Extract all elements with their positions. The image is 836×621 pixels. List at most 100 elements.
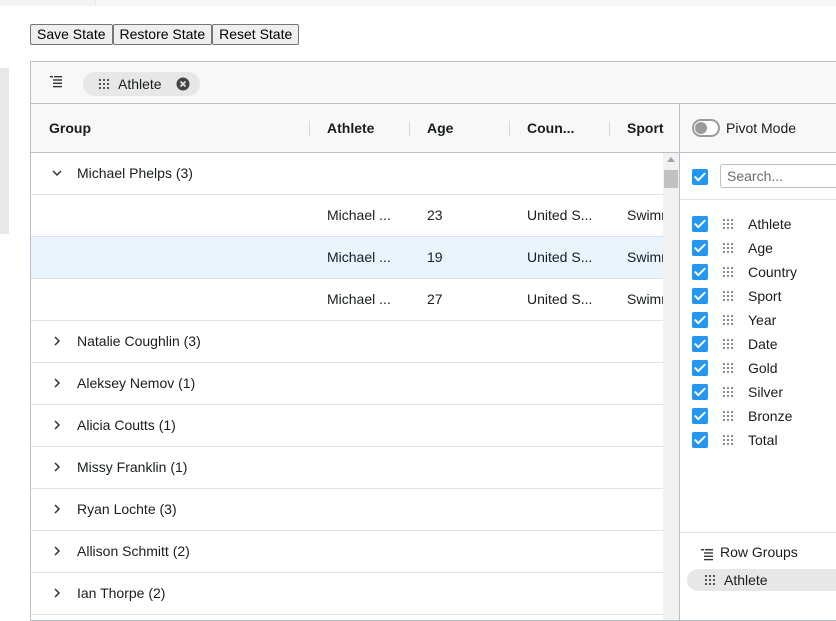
drag-handle-icon[interactable] bbox=[723, 435, 733, 445]
save-state-button[interactable]: Save State bbox=[30, 24, 113, 45]
column-item-bronze[interactable]: Bronze bbox=[680, 404, 836, 428]
column-search-input[interactable] bbox=[720, 164, 836, 188]
pivot-mode-row: Pivot Mode bbox=[680, 104, 836, 153]
column-item-age[interactable]: Age bbox=[680, 236, 836, 260]
header-separator[interactable] bbox=[609, 121, 610, 136]
pivot-mode-label: Pivot Mode bbox=[726, 120, 797, 136]
cell-country[interactable]: United S... bbox=[527, 195, 607, 236]
select-all-checkbox[interactable] bbox=[692, 169, 708, 185]
column-item-year[interactable]: Year bbox=[680, 308, 836, 332]
header-group[interactable]: Group bbox=[49, 104, 289, 152]
column-checkbox[interactable] bbox=[692, 288, 708, 304]
drag-handle-icon[interactable] bbox=[723, 243, 733, 253]
group-label: Ryan Lochte (3) bbox=[77, 501, 177, 517]
chevron-right-icon[interactable] bbox=[50, 460, 64, 474]
header-separator[interactable] bbox=[309, 121, 310, 136]
chevron-right-icon[interactable] bbox=[50, 586, 64, 600]
cell-age[interactable]: 27 bbox=[427, 279, 507, 320]
scroll-up-arrow-icon[interactable] bbox=[667, 157, 675, 162]
header-country[interactable]: Coun... bbox=[527, 104, 607, 152]
column-checkbox[interactable] bbox=[692, 432, 708, 448]
column-item-silver[interactable]: Silver bbox=[680, 380, 836, 404]
column-checkbox[interactable] bbox=[692, 312, 708, 328]
column-label: Athlete bbox=[748, 216, 792, 232]
vertical-scrollbar[interactable] bbox=[663, 153, 679, 620]
group-row[interactable]: Missy Franklin (1) bbox=[31, 447, 663, 489]
column-item-total[interactable]: Total bbox=[680, 428, 836, 452]
column-item-gold[interactable]: Gold bbox=[680, 356, 836, 380]
group-row[interactable]: Michael Phelps (3) bbox=[31, 153, 663, 195]
drag-handle-icon[interactable] bbox=[723, 315, 733, 325]
cell-age[interactable]: 19 bbox=[427, 237, 507, 278]
column-label: Sport bbox=[748, 288, 782, 304]
table-row[interactable]: Michael ... 27 United S... Swimr bbox=[31, 279, 663, 321]
drag-handle-icon[interactable] bbox=[723, 267, 733, 277]
group-row[interactable]: Allison Schmitt (2) bbox=[31, 531, 663, 573]
group-label: Alicia Coutts (1) bbox=[77, 417, 176, 433]
header-athlete[interactable]: Athlete bbox=[327, 104, 407, 152]
column-item-sport[interactable]: Sport bbox=[680, 284, 836, 308]
column-search-row bbox=[680, 153, 836, 200]
table-row-selected[interactable]: Michael ... 19 United S... Swimr bbox=[31, 237, 663, 279]
column-checkbox[interactable] bbox=[692, 384, 708, 400]
column-checkbox[interactable] bbox=[692, 336, 708, 352]
cell-sport[interactable]: Swimr bbox=[627, 279, 663, 320]
drag-handle-icon[interactable] bbox=[99, 79, 109, 89]
chevron-right-icon[interactable] bbox=[50, 376, 64, 390]
scrollbar-thumb[interactable] bbox=[664, 170, 678, 188]
row-group-item-athlete[interactable]: Athlete bbox=[687, 569, 836, 591]
cell-athlete[interactable]: Michael ... bbox=[327, 195, 407, 236]
top-strip-tab bbox=[95, 0, 836, 6]
chevron-right-icon[interactable] bbox=[50, 544, 64, 558]
column-label: Gold bbox=[748, 360, 778, 376]
group-row[interactable]: Alicia Coutts (1) bbox=[31, 405, 663, 447]
row-group-drop-panel[interactable]: Athlete bbox=[31, 62, 836, 104]
column-checkbox[interactable] bbox=[692, 408, 708, 424]
column-item-country[interactable]: Country bbox=[680, 260, 836, 284]
drag-handle-icon[interactable] bbox=[723, 411, 733, 421]
group-row[interactable]: Ryan Lochte (3) bbox=[31, 489, 663, 531]
group-row[interactable]: Aleksey Nemov (1) bbox=[31, 363, 663, 405]
header-sport[interactable]: Sport bbox=[627, 104, 687, 152]
row-groups-section: Row Groups Athlete bbox=[680, 532, 836, 620]
restore-state-button[interactable]: Restore State bbox=[112, 24, 213, 45]
column-label: Bronze bbox=[748, 408, 793, 424]
remove-chip-icon[interactable] bbox=[176, 77, 190, 91]
column-checkbox[interactable] bbox=[692, 240, 708, 256]
column-checkbox[interactable] bbox=[692, 216, 708, 232]
drag-handle-icon[interactable] bbox=[723, 363, 733, 373]
column-checkbox[interactable] bbox=[692, 360, 708, 376]
chevron-right-icon[interactable] bbox=[50, 334, 64, 348]
cell-country[interactable]: United S... bbox=[527, 279, 607, 320]
column-checkbox[interactable] bbox=[692, 264, 708, 280]
column-item-athlete[interactable]: Athlete bbox=[680, 212, 836, 236]
cell-sport[interactable]: Swimr bbox=[627, 237, 663, 278]
group-label: Natalie Coughlin (3) bbox=[77, 333, 201, 349]
group-row[interactable]: Natalie Coughlin (3) bbox=[31, 321, 663, 363]
pivot-mode-toggle[interactable] bbox=[692, 119, 720, 137]
drag-handle-icon[interactable] bbox=[723, 339, 733, 349]
chevron-right-icon[interactable] bbox=[50, 502, 64, 516]
row-group-chip-athlete[interactable]: Athlete bbox=[83, 72, 200, 96]
top-strip bbox=[0, 0, 836, 6]
cell-athlete[interactable]: Michael ... bbox=[327, 237, 407, 278]
cell-country[interactable]: United S... bbox=[527, 237, 607, 278]
drag-handle-icon[interactable] bbox=[705, 575, 715, 585]
row-groups-title: Row Groups bbox=[720, 544, 798, 560]
drag-handle-icon[interactable] bbox=[723, 387, 733, 397]
chevron-right-icon[interactable] bbox=[50, 418, 64, 432]
drag-handle-icon[interactable] bbox=[723, 291, 733, 301]
drag-handle-icon[interactable] bbox=[723, 219, 733, 229]
cell-sport[interactable]: Swimr bbox=[627, 195, 663, 236]
cell-athlete[interactable]: Michael ... bbox=[327, 279, 407, 320]
group-row[interactable]: Ian Thorpe (2) bbox=[31, 573, 663, 615]
column-label: Silver bbox=[748, 384, 784, 400]
table-row[interactable]: Michael ... 23 United S... Swimr bbox=[31, 195, 663, 237]
chevron-down-icon[interactable] bbox=[50, 166, 64, 180]
column-item-date[interactable]: Date bbox=[680, 332, 836, 356]
reset-state-button[interactable]: Reset State bbox=[212, 24, 300, 45]
header-separator[interactable] bbox=[409, 121, 410, 136]
header-age[interactable]: Age bbox=[427, 104, 507, 152]
header-separator[interactable] bbox=[509, 121, 510, 136]
cell-age[interactable]: 23 bbox=[427, 195, 507, 236]
